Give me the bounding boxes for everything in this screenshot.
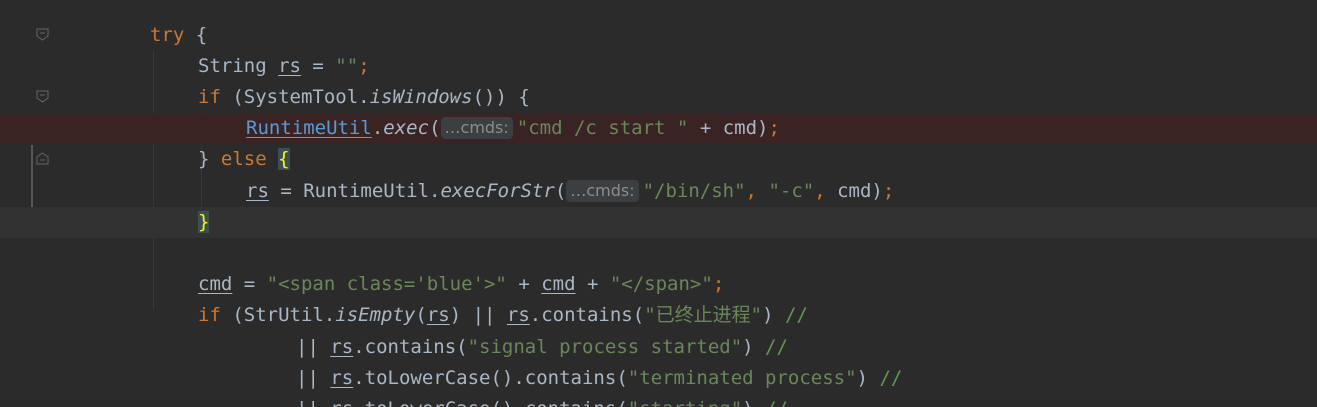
code-token: , [814,180,838,202]
code-line[interactable]: } [0,207,1317,238]
code-token: .contains( [353,336,468,358]
code-text: } else { [198,144,290,175]
code-token: { [184,24,208,46]
code-token: ; [768,117,780,139]
code-token: ) [856,367,880,389]
code-token: rs [278,55,301,77]
code-token: || [296,367,331,389]
code-token: if [198,304,221,326]
code-token: ( [554,180,567,202]
code-token: + [575,273,610,295]
code-token: else [220,148,267,170]
code-token: "</span>" [609,273,713,295]
parameter-hint: …cmds: [440,117,513,139]
code-token: "<span class='blue'>" [266,273,507,295]
code-token: = [232,273,267,295]
parameter-hint: …cmds: [566,180,639,202]
code-token: "" [335,55,359,77]
code-token: { [278,148,290,170]
code-token: (SystemTool. [220,86,370,108]
code-text: if (SystemTool.isWindows()) { [198,82,530,113]
code-line[interactable]: } else { [0,144,1317,175]
code-token: // [784,304,808,326]
code-token: exec [383,117,430,139]
code-token: .toLowerCase().contains( [353,398,628,407]
code-token: ()) { [472,86,530,108]
code-token: } [198,211,210,233]
code-text: if (StrUtil.isEmpty(rs) || rs.contains("… [198,300,808,331]
code-token: rs [330,336,354,358]
code-line[interactable]: rs = RuntimeUtil.execForStr(…cmds: "/bin/… [0,176,1317,207]
code-token: "starting" [628,398,742,407]
code-token: cmd [198,273,233,295]
code-line[interactable]: try { [0,20,1317,51]
code-token: .toLowerCase().contains( [353,367,628,389]
code-token: // [879,367,903,389]
code-text: String rs = ""; [198,51,370,82]
code-token: } [198,148,221,170]
code-token: || [296,398,330,407]
code-text: || rs.contains("signal process started")… [296,332,788,363]
code-line[interactable] [0,238,1317,269]
code-token: . [371,117,384,139]
code-line[interactable]: || rs.toLowerCase().contains("terminated… [0,363,1317,394]
code-token[interactable]: RuntimeUtil [246,117,372,139]
code-line[interactable]: || rs.contains("signal process started")… [0,332,1317,363]
code-line[interactable]: cmd = "<span class='blue'>" + cmd + "</s… [0,269,1317,300]
code-line[interactable]: String rs = ""; [0,51,1317,82]
code-text: rs = RuntimeUtil.execForStr(…cmds: "/bin/… [246,176,894,207]
code-token: + [506,273,542,295]
code-token: // [765,398,788,407]
code-token: "signal process started" [467,336,743,358]
code-token: (StrUtil. [220,304,336,326]
code-token: rs [246,180,269,202]
code-token: String [198,55,279,77]
code-token: rs [330,367,354,389]
code-token: isEmpty [335,304,416,326]
code-token: "已终止进程" [644,304,763,326]
code-token: ) [742,398,765,407]
code-text: try { [150,20,207,51]
code-editor[interactable]: ✔ try {String rs = "";if (SystemTool.isW… [0,0,1317,407]
code-line[interactable]: if (SystemTool.isWindows()) { [0,82,1317,113]
code-token: rs [426,304,450,326]
code-token: "cmd /c start " [516,117,689,139]
code-token: ; [882,180,895,202]
code-token: ( [415,304,427,326]
code-line[interactable]: if (StrUtil.isEmpty(rs) || rs.contains("… [0,300,1317,331]
code-token: .contains( [529,304,645,326]
code-line[interactable]: || rs.toLowerCase().contains("starting")… [0,394,1317,407]
code-token: cmd [541,273,576,295]
code-text: RuntimeUtil.exec(…cmds: "cmd /c start " +… [246,113,780,144]
code-token: execForStr [440,180,555,202]
code-token: rs [330,398,353,407]
code-token: "-c" [768,180,815,202]
code-token: cmd) [837,180,883,202]
code-token: = [300,55,336,77]
code-token: "/bin/sh" [642,180,746,202]
code-token: try [150,24,185,46]
code-token: ) [742,336,766,358]
code-token: = RuntimeUtil. [268,180,441,202]
code-token: rs [506,304,530,326]
code-token: ; [358,55,370,77]
code-token: ; [712,273,725,295]
code-token: + cmd) [688,117,769,139]
code-text: } [198,207,210,238]
code-token: , [745,180,769,202]
code-text: || rs.toLowerCase().contains("starting")… [296,394,788,407]
code-token: isWindows [369,86,473,108]
code-text: || rs.toLowerCase().contains("terminated… [296,363,902,394]
code-token: // [765,336,788,358]
code-token: ) || [449,304,507,326]
code-token: if [198,86,221,108]
code-text: cmd = "<span class='blue'>" + cmd + "</s… [198,269,724,300]
code-token: ( [429,117,441,139]
code-token: "terminated process" [627,367,857,389]
code-token: || [296,336,331,358]
code-line[interactable]: RuntimeUtil.exec(…cmds: "cmd /c start " +… [0,113,1317,144]
code-token: ) [762,304,785,326]
